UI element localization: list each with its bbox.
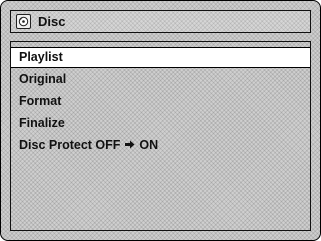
page-title: Disc [38, 14, 66, 29]
menu-item-original[interactable]: Original [11, 69, 310, 90]
menu-item-format[interactable]: Format [11, 91, 310, 112]
menu-item-label-before: Disc Protect OFF [19, 138, 121, 152]
menu-item-label: Finalize [19, 116, 65, 130]
right-arrow-icon [124, 135, 135, 156]
menu-item-disc-protect[interactable]: Disc Protect OFF ON [11, 135, 310, 156]
menu-list: Playlist Original Format Finalize Disc P… [10, 41, 311, 231]
menu-item-label: Playlist [19, 50, 63, 64]
title-bar: Disc [10, 10, 311, 33]
menu-item-label-after: ON [139, 138, 159, 152]
menu-item-label: Original [19, 72, 67, 86]
disc-menu-screen: Disc Playlist Original Format Finalize D… [0, 0, 321, 241]
menu-item-finalize[interactable]: Finalize [11, 113, 310, 134]
menu-item-label: Format [19, 94, 62, 108]
menu-item-playlist[interactable]: Playlist [11, 47, 310, 68]
disc-icon [16, 14, 31, 29]
